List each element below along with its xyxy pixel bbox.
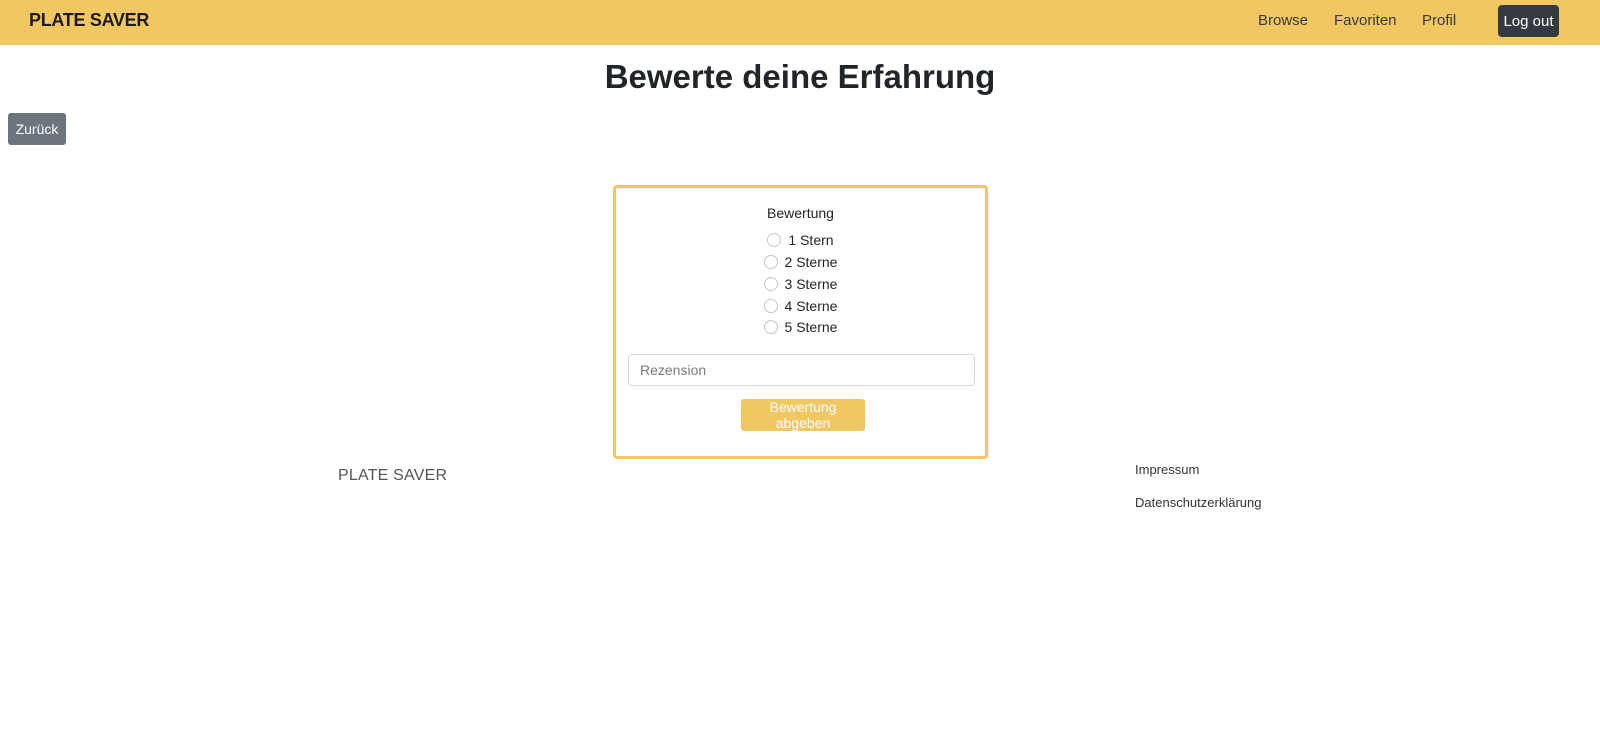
nav-link-favoriten[interactable]: Favoriten xyxy=(1334,12,1397,29)
radio-button[interactable] xyxy=(763,277,778,291)
rating-option-label: 2 Sterne xyxy=(784,254,838,270)
rating-option-label: 5 Sterne xyxy=(784,319,838,335)
rating-option-2[interactable]: 2 Sterne xyxy=(616,252,985,272)
rating-option-label: 4 Sterne xyxy=(784,298,838,314)
page-title: Bewerte deine Erfahrung xyxy=(604,58,996,95)
rating-option-1[interactable]: 1 Stern xyxy=(616,230,985,250)
radio-button[interactable] xyxy=(763,320,778,334)
radio-button[interactable] xyxy=(767,233,782,247)
navbar: PLATE SAVER Browse Favoriten Profil Log … xyxy=(0,0,1600,45)
footer-brand: PLATE SAVER xyxy=(338,467,448,484)
rating-option-4[interactable]: 4 Sterne xyxy=(616,296,985,316)
nav-link-browse[interactable]: Browse xyxy=(1258,12,1308,29)
footer-link-datenschutz[interactable]: Datenschutzerklärung xyxy=(1135,495,1261,510)
nav-link-profil[interactable]: Profil xyxy=(1422,12,1456,29)
rating-option-label: 3 Sterne xyxy=(784,276,838,292)
submit-rating-button[interactable]: Bewertung abgeben xyxy=(741,399,865,431)
rating-label: Bewertung xyxy=(767,205,834,221)
rating-option-3[interactable]: 3 Sterne xyxy=(616,274,985,294)
radio-button[interactable] xyxy=(763,299,778,313)
rating-form: Bewertung 1 Stern 2 Sterne 3 Sterne 4 St… xyxy=(613,185,988,459)
rating-option-label: 1 Stern xyxy=(788,232,834,248)
back-button[interactable]: Zurück xyxy=(8,113,66,145)
navbar-brand[interactable]: PLATE SAVER xyxy=(29,10,149,31)
radio-button[interactable] xyxy=(763,255,778,269)
logout-button[interactable]: Log out xyxy=(1498,5,1559,37)
review-input[interactable] xyxy=(628,354,975,386)
footer-link-impressum[interactable]: Impressum xyxy=(1135,462,1199,477)
rating-option-5[interactable]: 5 Sterne xyxy=(616,317,985,337)
